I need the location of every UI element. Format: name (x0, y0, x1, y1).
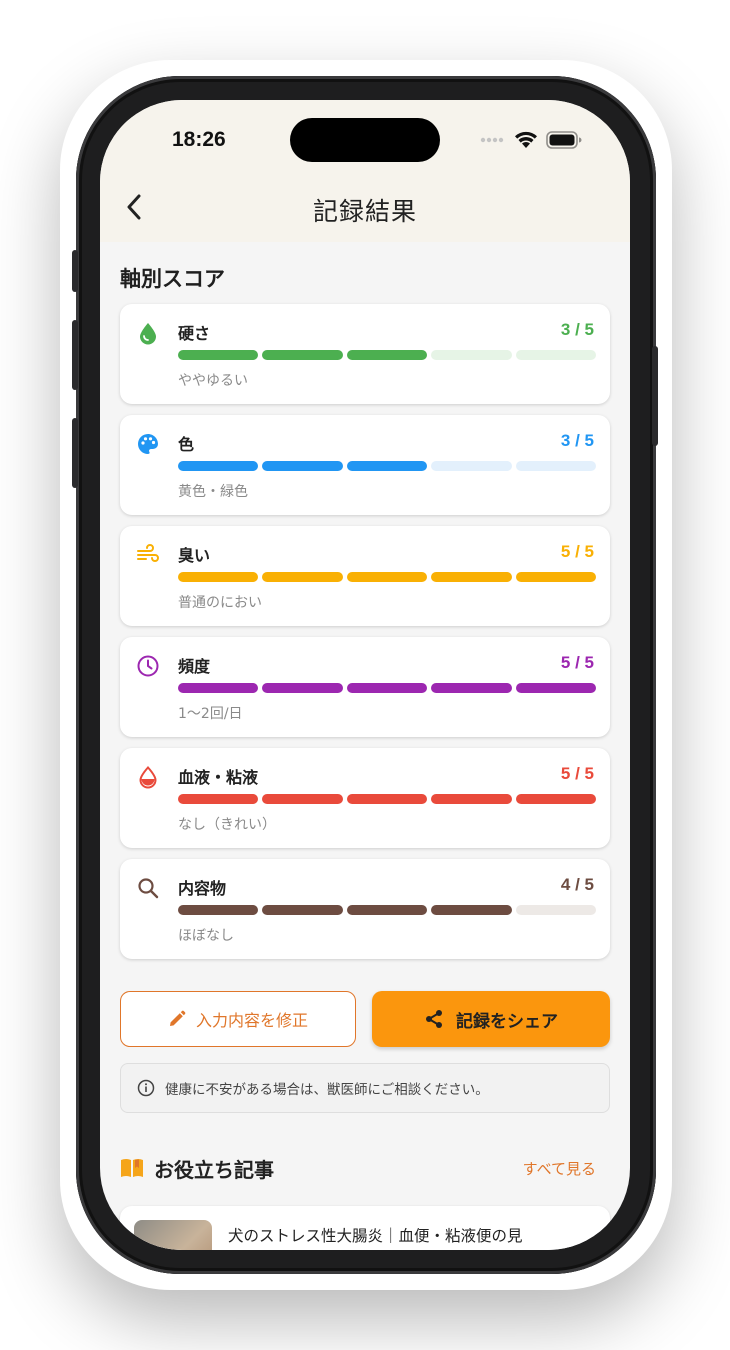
score-card: 頻度 5 / 5 1〜2回/日 (120, 637, 610, 737)
score-bar (178, 794, 596, 804)
score-description: 普通のにおい (178, 595, 262, 611)
score-value: 5 / 5 (560, 542, 594, 561)
share-record-button[interactable]: 記録をシェア (372, 991, 610, 1047)
score-value: 3 / 5 (560, 320, 594, 339)
wifi-icon (515, 131, 537, 148)
articles-title: お役立ち記事 (154, 1158, 274, 1182)
score-bar-segment (262, 461, 343, 471)
score-bar-segment (431, 794, 512, 804)
score-bar-segment (515, 572, 596, 582)
action-button (72, 250, 78, 292)
score-label: 硬さ (178, 324, 211, 343)
search-icon (136, 876, 160, 900)
score-bar-segment (515, 683, 596, 693)
article-thumbnail (134, 1220, 212, 1250)
score-bar (178, 350, 596, 360)
edit-entry-label: 入力内容を修正 (195, 1011, 308, 1030)
score-bar-segment (262, 350, 343, 360)
score-card: 臭い 5 / 5 普通のにおい (120, 526, 610, 626)
pencil-icon (169, 1010, 186, 1026)
score-bar-segment (178, 794, 259, 804)
power-button (652, 346, 658, 446)
score-bar-segment (346, 794, 428, 804)
score-bar-segment (431, 683, 512, 693)
score-description: ほぼなし (178, 928, 234, 944)
score-bar (178, 572, 596, 582)
status-time: 18:26 (172, 128, 226, 151)
info-icon (137, 1079, 155, 1097)
score-bar-segment (178, 461, 259, 471)
score-bar-segment (178, 683, 259, 693)
cellular-signal-icon (480, 137, 504, 143)
score-bar (178, 905, 596, 915)
score-label: 臭い (178, 546, 211, 565)
score-description: 黄色・緑色 (178, 484, 248, 500)
score-bar-segment (178, 905, 259, 915)
share-record-label: 記録をシェア (456, 1011, 558, 1032)
score-description: 1〜2回/日 (178, 706, 243, 722)
score-value: 5 / 5 (560, 764, 594, 783)
top-bar: 18:26 記録結果 (100, 100, 630, 242)
score-bar-segment (431, 461, 512, 471)
article-card[interactable]: 犬のストレス性大腸炎｜血便・粘液便の見 (120, 1206, 610, 1250)
score-bar-segment (262, 683, 343, 693)
page-title: 記録結果 (312, 197, 417, 226)
score-bar-segment (262, 794, 343, 804)
score-bar-segment (431, 905, 512, 915)
see-all-link[interactable]: すべて見る (523, 1158, 596, 1179)
score-bar-segment (346, 350, 428, 360)
score-card: 色 3 / 5 黄色・緑色 (120, 415, 610, 515)
score-bar (178, 683, 596, 693)
score-bar-segment (431, 350, 512, 360)
section-title: 軸別スコア (120, 267, 225, 291)
score-label: 頻度 (178, 657, 211, 676)
score-bar-segment (515, 794, 596, 804)
water-drop-icon (136, 321, 160, 345)
battery-icon (546, 131, 582, 149)
score-bar-segment (515, 461, 596, 471)
open-book-icon (121, 1159, 143, 1177)
score-description: ややゆるい (178, 373, 248, 389)
score-card: 硬さ 3 / 5 ややゆるい (120, 304, 610, 404)
score-bar-segment (262, 905, 343, 915)
score-value: 4 / 5 (560, 875, 594, 894)
score-bar-segment (178, 572, 259, 582)
score-bar-segment (262, 572, 343, 582)
app-screen: 18:26 記録結果 軸別スコア 硬さ 3 / 5ややゆるい 色 3 / 5 黄… (100, 100, 630, 1250)
score-description: なし（きれい） (178, 817, 276, 833)
wind-icon (136, 543, 160, 567)
score-value: 3 / 5 (560, 431, 594, 450)
score-bar-segment (515, 905, 596, 915)
score-bar-segment (515, 350, 596, 360)
article-title: 犬のストレス性大腸炎｜血便・粘液便の見 (228, 1227, 523, 1245)
score-card: 血液・粘液 5 / 5 なし（きれい） (120, 748, 610, 848)
edit-entry-button[interactable]: 入力内容を修正 (120, 991, 356, 1047)
score-bar-segment (178, 350, 259, 360)
clock-icon (136, 654, 160, 678)
score-value: 5 / 5 (560, 653, 594, 672)
status-icons (480, 128, 582, 152)
score-bar (178, 461, 596, 471)
notice-text: 健康に不安がある場合は、獣医師にご相談ください。 (165, 1082, 489, 1098)
score-label: 血液・粘液 (178, 768, 259, 787)
score-label: 色 (178, 435, 195, 454)
volume-up-button (72, 320, 78, 390)
score-bar-segment (346, 905, 428, 915)
dynamic-island (290, 118, 440, 162)
score-bar-segment (346, 572, 428, 582)
articles-header: お役立ち記事 すべて見る (120, 1154, 610, 1184)
share-icon (426, 1010, 442, 1028)
score-label: 内容物 (178, 879, 227, 898)
score-bar-segment (346, 683, 428, 693)
score-bar-segment (346, 461, 428, 471)
score-card: 内容物 4 / 5 ほぼなし (120, 859, 610, 959)
notice-box: 健康に不安がある場合は、獣医師にご相談ください。 (120, 1063, 610, 1113)
blood-drop-icon (136, 765, 160, 789)
volume-down-button (72, 418, 78, 488)
palette-icon (136, 432, 160, 456)
score-bar-segment (431, 572, 512, 582)
